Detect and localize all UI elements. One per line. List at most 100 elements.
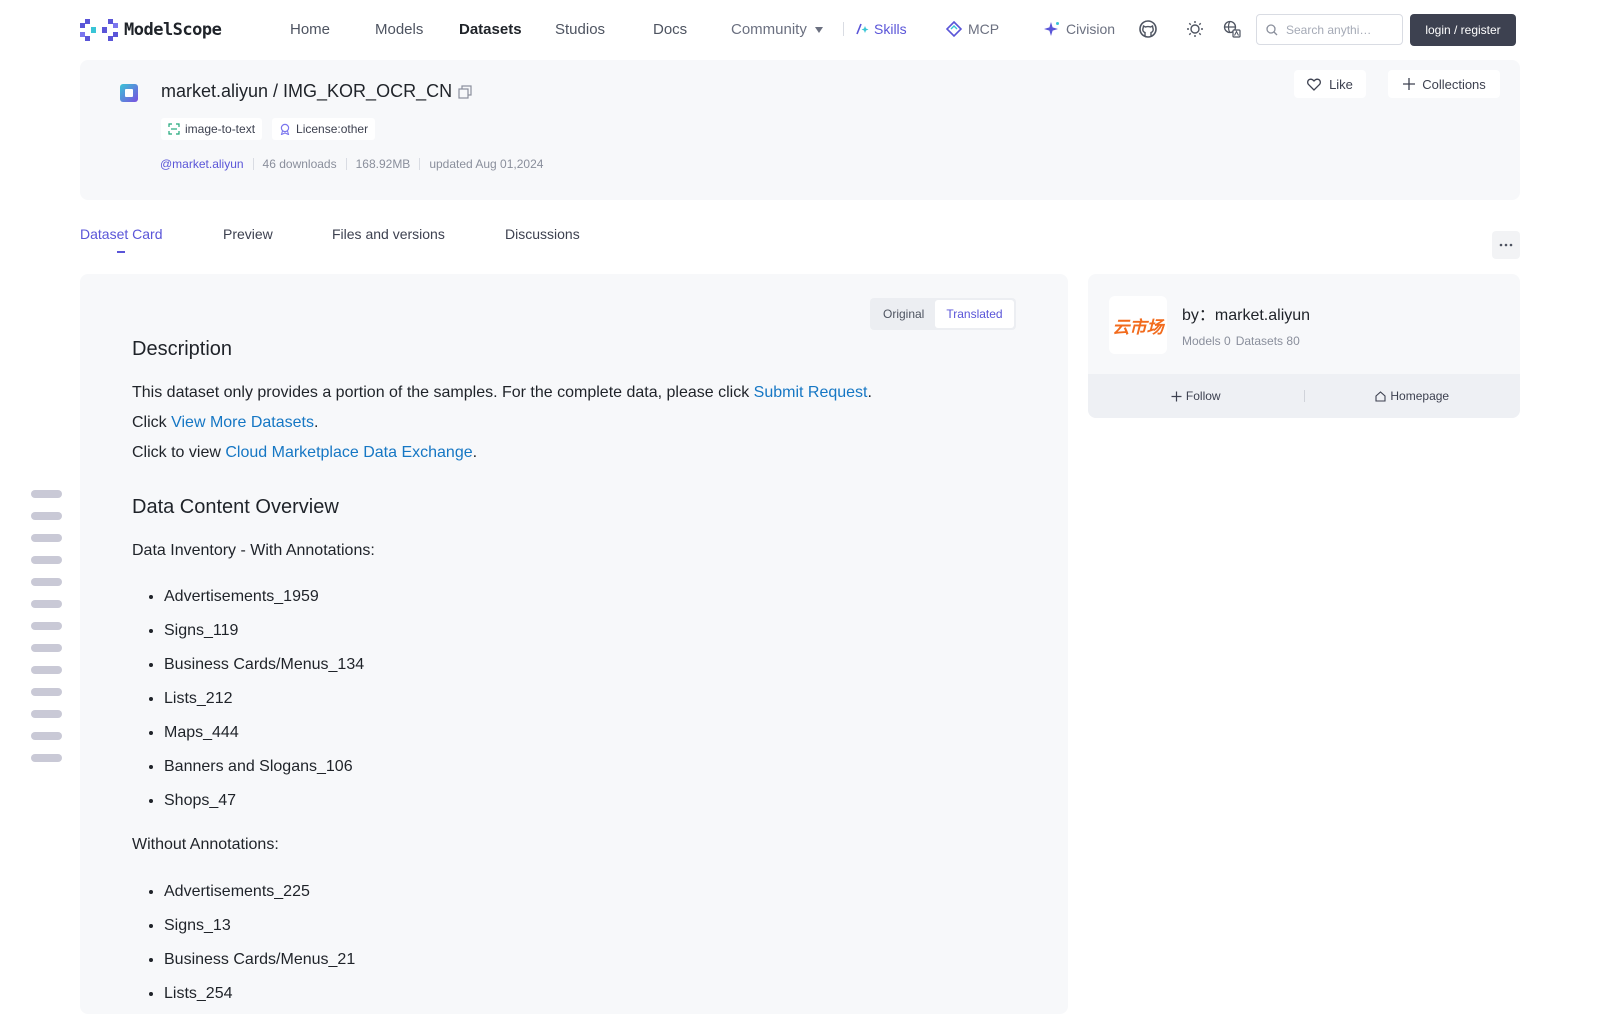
tag-task[interactable]: image-to-text: [161, 118, 263, 140]
theme-toggle-icon[interactable]: [1185, 19, 1205, 39]
view-more-datasets-link[interactable]: View More Datasets: [171, 414, 314, 431]
list-item: Advertisements_1959: [164, 587, 364, 621]
toc-item[interactable]: [31, 622, 62, 630]
modelscope-logo[interactable]: ModelScope: [80, 18, 222, 42]
p2-period: .: [313, 414, 319, 431]
tab-preview[interactable]: Preview: [223, 226, 273, 242]
collections-label: Collections: [1422, 76, 1486, 92]
toc-item[interactable]: [31, 556, 62, 564]
description-paragraph-1: This dataset only provides a portion of …: [132, 384, 872, 402]
tab-discussions[interactable]: Discussions: [505, 226, 580, 242]
tag-license[interactable]: License:other: [272, 118, 376, 140]
toc-item[interactable]: [31, 666, 62, 674]
scan-icon: [168, 123, 180, 135]
like-button[interactable]: Like: [1294, 70, 1366, 98]
ellipsis-icon: [1499, 243, 1513, 247]
author-avatar[interactable]: 云市场: [1109, 296, 1167, 354]
active-tab-indicator: [117, 251, 125, 253]
toggle-original[interactable]: Original: [872, 300, 935, 328]
nav-datasets[interactable]: Datasets: [459, 21, 522, 38]
overview-heading: Data Content Overview: [132, 496, 339, 518]
nav-skills[interactable]: Skills: [855, 21, 907, 37]
description-paragraph-2: Click View More Datasets.: [132, 414, 318, 432]
toc-item[interactable]: [31, 534, 62, 542]
list-item: Shops_47: [164, 791, 364, 825]
dataset-card-content: Original Translated Description This dat…: [80, 274, 1068, 1014]
with-annotations-list: Advertisements_1959 Signs_119 Business C…: [164, 587, 364, 825]
tab-dataset-card[interactable]: Dataset Card: [80, 226, 162, 242]
heart-icon: [1307, 78, 1322, 91]
p1-text: This dataset only provides a portion of …: [132, 384, 754, 401]
author-models-count: Models 0: [1182, 334, 1231, 348]
list-item: Business Cards/Menus_134: [164, 655, 364, 689]
list-item: Business Cards/Menus_21: [164, 950, 355, 984]
p3-text: Click to view: [132, 444, 226, 461]
nav-studios[interactable]: Studios: [555, 21, 605, 38]
nav-models[interactable]: Models: [375, 21, 423, 38]
top-navigation: ModelScope Home Models Datasets Studios …: [0, 0, 1600, 58]
follow-button[interactable]: Follow: [1088, 389, 1304, 403]
sparkle-icon: [1044, 22, 1059, 36]
dataset-header: market.aliyun / IMG_KOR_OCR_CN image-to-…: [80, 60, 1520, 200]
dataset-tags: image-to-text License:other: [161, 118, 376, 140]
meta-divider: [345, 158, 347, 170]
mcp-icon: [946, 21, 962, 37]
submit-request-link[interactable]: Submit Request: [754, 384, 868, 401]
toc-item[interactable]: [31, 688, 62, 696]
chevron-down-icon: [814, 26, 823, 33]
language-toggle: Original Translated: [870, 298, 1016, 330]
plus-icon: [1171, 391, 1182, 401]
search-box[interactable]: [1256, 14, 1403, 45]
dataset-title-text: market.aliyun / IMG_KOR_OCR_CN: [161, 81, 453, 101]
more-options-button[interactable]: [1492, 231, 1520, 259]
dataset-title: market.aliyun / IMG_KOR_OCR_CN: [161, 81, 472, 102]
homepage-button[interactable]: Homepage: [1305, 389, 1521, 403]
dataset-meta: @market.aliyun 46 downloads 168.92MB upd…: [160, 157, 543, 171]
tag-task-label: image-to-text: [185, 122, 256, 136]
logo-text: ModelScope: [124, 20, 222, 40]
author-card: 云市场 by：market.aliyun Models 0 Datasets 8…: [1088, 274, 1520, 418]
tab-files-and-versions[interactable]: Files and versions: [332, 226, 445, 242]
cloud-marketplace-link[interactable]: Cloud Marketplace Data Exchange: [225, 444, 472, 461]
list-item: Banners and Slogans_106: [164, 757, 364, 791]
list-item: Advertisements_225: [164, 882, 355, 916]
collections-button[interactable]: Collections: [1388, 70, 1500, 98]
github-icon[interactable]: [1138, 19, 1158, 39]
toc-item[interactable]: [31, 732, 62, 740]
language-icon[interactable]: [1222, 19, 1242, 39]
author-logo-text: 云市场: [1112, 317, 1164, 338]
toc-item[interactable]: [31, 710, 62, 718]
toc-item[interactable]: [31, 600, 62, 608]
without-annotations-list: Advertisements_225 Signs_13 Business Car…: [164, 882, 355, 1018]
toc-item[interactable]: [31, 512, 62, 520]
nav-docs[interactable]: Docs: [653, 21, 687, 38]
home-icon: [1375, 390, 1386, 402]
toc-outline: [31, 490, 63, 776]
toc-item[interactable]: [31, 644, 62, 652]
dataset-icon: [120, 84, 138, 102]
modelscope-logo-icon: [80, 19, 118, 41]
nav-community-dropdown[interactable]: Community: [731, 21, 823, 38]
nav-divider: [843, 22, 844, 36]
author-link[interactable]: @market.aliyun: [160, 157, 244, 171]
copy-icon[interactable]: [458, 84, 472, 99]
login-register-button[interactable]: login / register: [1410, 14, 1516, 46]
nav-mcp[interactable]: MCP: [946, 21, 999, 37]
homepage-label: Homepage: [1390, 389, 1450, 403]
description-paragraph-3: Click to view Cloud Marketplace Data Exc…: [132, 444, 477, 462]
author-name[interactable]: by：market.aliyun: [1182, 301, 1310, 325]
toc-item[interactable]: [31, 578, 62, 586]
plus-icon: [1403, 78, 1416, 90]
follow-label: Follow: [1185, 389, 1221, 403]
nav-home[interactable]: Home: [290, 21, 330, 38]
toggle-translated[interactable]: Translated: [935, 300, 1014, 328]
search-icon: [1266, 23, 1278, 35]
search-input[interactable]: [1286, 22, 1386, 37]
p1-period: .: [867, 384, 872, 401]
nav-civision[interactable]: Civision: [1044, 21, 1115, 37]
nav-skills-label: Skills: [874, 21, 907, 37]
nav-civision-label: Civision: [1066, 21, 1116, 37]
toc-item[interactable]: [31, 754, 62, 762]
description-heading: Description: [132, 338, 233, 360]
toc-item[interactable]: [31, 490, 62, 498]
